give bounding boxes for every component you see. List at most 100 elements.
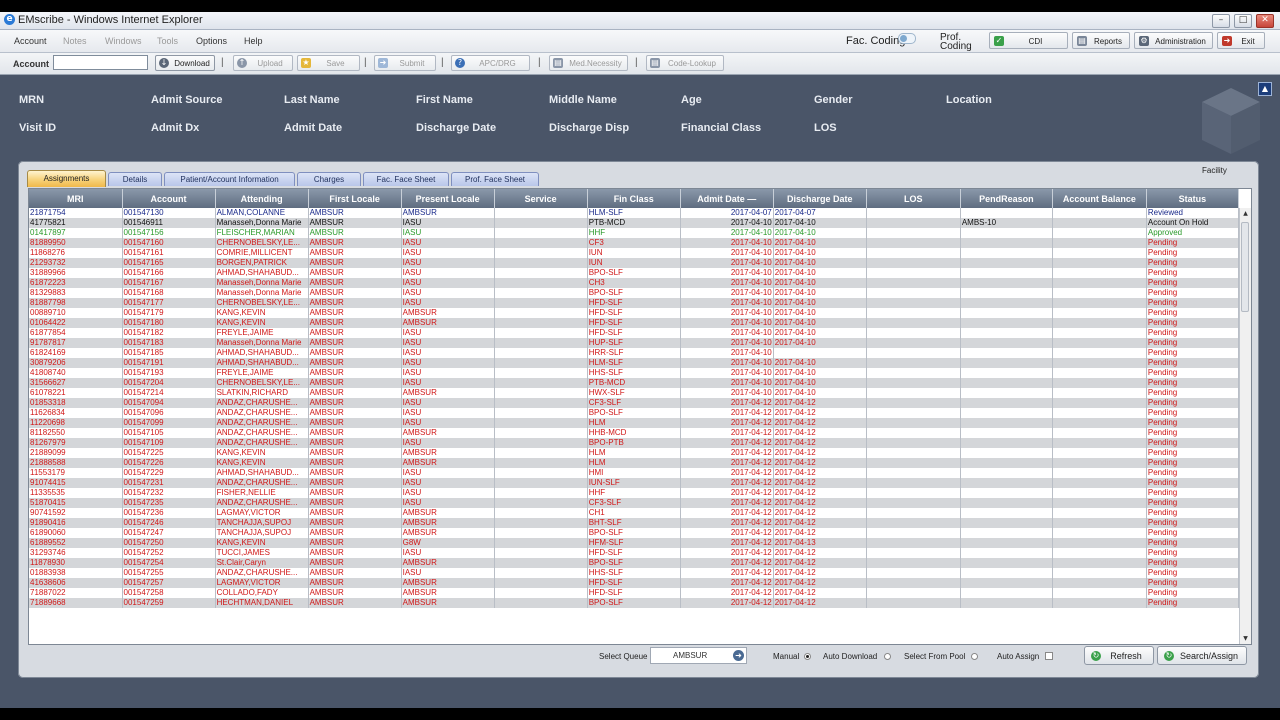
col-admit-date[interactable]: Admit Date —: [680, 189, 774, 208]
tab-fac-face-sheet[interactable]: Fac. Face Sheet: [363, 172, 449, 186]
table-row[interactable]: 11878930 001547254 St.Clair,Caryn AMBSUR AMB…: [29, 558, 1240, 568]
table-row[interactable]: 51870415 001547235 ANDAZ,CHARUSHE... AMBSUR…: [29, 498, 1240, 508]
cell-status: Pending: [1146, 598, 1240, 608]
table-row[interactable]: 30879206 001547191 AHMAD,SHAHABUD... AMBSUR…: [29, 358, 1240, 368]
code-lookup-button[interactable]: ▤ Code-Lookup: [646, 55, 724, 71]
col-fin-class[interactable]: Fin Class: [587, 189, 681, 208]
manual-radio[interactable]: [804, 653, 811, 660]
menu-options[interactable]: Options: [196, 36, 227, 46]
table-row[interactable]: 61890060 001547247 TANCHAJJA,SUPOJ AMBSUR AM…: [29, 528, 1240, 538]
fac-coding-label[interactable]: Fac. Coding: [846, 35, 905, 47]
close-button[interactable]: ✕: [1256, 14, 1274, 28]
menu-notes[interactable]: Notes: [63, 36, 87, 46]
submit-button[interactable]: ➜ Submit: [374, 55, 436, 71]
table-row[interactable]: 31889966 001547166 AHMAD,SHAHABUD... AMBSUR…: [29, 268, 1240, 278]
table-row[interactable]: 91787817 001547183 Manasseh,Donna Marie AMB…: [29, 338, 1240, 348]
col-first-locale[interactable]: First Locale: [308, 189, 402, 208]
table-row[interactable]: 81182550 001547105 ANDAZ,CHARUSHE... AMBSUR…: [29, 428, 1240, 438]
cdi-button[interactable]: ✓ CDI: [989, 32, 1068, 49]
select-from-pool-radio[interactable]: [971, 653, 978, 660]
table-row[interactable]: 21871754 001547130 ALMAN,COLANNE AMBSUR AMBS…: [29, 208, 1240, 218]
refresh-button[interactable]: ↻ Refresh: [1084, 646, 1154, 665]
tab-patient-account-information[interactable]: Patient/Account Information: [164, 172, 295, 186]
col-pend-reason[interactable]: PendReason: [960, 189, 1053, 208]
table-row[interactable]: 90741592 001547236 LAGMAY,VICTOR AMBSUR AMBS…: [29, 508, 1240, 518]
table-row[interactable]: 61889552 001547250 KANG,KEVIN AMBSUR G8W HFM-…: [29, 538, 1240, 548]
cell-discharge-date: 2017-04-12: [773, 398, 867, 408]
table-row[interactable]: 81329883 001547168 Manasseh,Donna Marie AMB…: [29, 288, 1240, 298]
cell-admit-date: 2017-04-10: [680, 328, 774, 338]
fac-coding-toggle[interactable]: [898, 33, 916, 44]
table-row[interactable]: 11335535 001547232 FISHER,NELLIE AMBSUR IASU…: [29, 488, 1240, 498]
menu-account[interactable]: Account: [14, 36, 47, 46]
collapse-header-button[interactable]: ▲: [1258, 82, 1272, 96]
table-row[interactable]: 11220698 001547099 ANDAZ,CHARUSHE... AMBSUR…: [29, 418, 1240, 428]
table-row[interactable]: 61824169 001547185 AHMAD,SHAHABUD... AMBSUR…: [29, 348, 1240, 358]
apc-drg-button[interactable]: ? APC/DRG: [451, 55, 530, 71]
table-row[interactable]: 61872223 001547167 Manasseh,Donna Marie AMB…: [29, 278, 1240, 288]
maximize-button[interactable]: □: [1234, 14, 1252, 28]
col-attending[interactable]: Attending: [215, 189, 309, 208]
table-row[interactable]: 11868276 001547161 COMRIE,MILLICENT AMBSUR I…: [29, 248, 1240, 258]
upload-button[interactable]: ↑ Upload: [233, 55, 293, 71]
col-los[interactable]: LOS: [866, 189, 961, 208]
table-row[interactable]: 01417897 001547156 FLEISCHER,MARIAN AMBSUR I…: [29, 228, 1240, 238]
table-row[interactable]: 11626834 001547096 ANDAZ,CHARUSHE... AMBSUR…: [29, 408, 1240, 418]
scroll-down-icon[interactable]: ▼: [1241, 634, 1250, 643]
col-mri[interactable]: MRI: [29, 189, 123, 208]
save-button[interactable]: ★ Save: [297, 55, 360, 71]
table-row[interactable]: 91074415 001547231 ANDAZ,CHARUSHE... AMBSUR…: [29, 478, 1240, 488]
table-row[interactable]: 61078221 001547214 SLATKIN,RICHARD AMBSUR AM…: [29, 388, 1240, 398]
table-row[interactable]: 00889710 001547179 KANG,KEVIN AMBSUR AMBSUR H…: [29, 308, 1240, 318]
col-account-balance[interactable]: Account Balance: [1052, 189, 1147, 208]
menu-tools[interactable]: Tools: [157, 36, 178, 46]
table-row[interactable]: 01883938 001547255 ANDAZ,CHARUSHE... AMBSUR…: [29, 568, 1240, 578]
tab-prof-face-sheet[interactable]: Prof. Face Sheet: [451, 172, 539, 186]
table-row[interactable]: 41775821 001546911 Manasseh,Donna Marie AMB…: [29, 218, 1240, 228]
menu-help[interactable]: Help: [244, 36, 263, 46]
table-row[interactable]: 01853318 001547094 ANDAZ,CHARUSHE... AMBSUR…: [29, 398, 1240, 408]
cell-mri: 41808740: [29, 368, 123, 378]
search-assign-button[interactable]: ↻ Search/Assign: [1157, 646, 1247, 665]
scroll-up-icon[interactable]: ▲: [1241, 209, 1250, 218]
tab-charges[interactable]: Charges: [297, 172, 361, 186]
scroll-thumb[interactable]: [1241, 222, 1249, 312]
table-row[interactable]: 21888588 001547226 KANG,KEVIN AMBSUR AMBSUR H…: [29, 458, 1240, 468]
reports-button[interactable]: ▤ Reports: [1072, 32, 1130, 49]
menu-windows[interactable]: Windows: [105, 36, 142, 46]
table-row[interactable]: 41638606 001547257 LAGMAY,VICTOR AMBSUR AMBS…: [29, 578, 1240, 588]
grid-vertical-scrollbar[interactable]: ▲ ▼: [1239, 208, 1251, 644]
table-row[interactable]: 61877854 001547182 FREYLE,JAIME AMBSUR IASU H…: [29, 328, 1240, 338]
download-button[interactable]: ↓ Download: [155, 55, 215, 71]
col-service[interactable]: Service: [494, 189, 588, 208]
account-input[interactable]: [53, 55, 148, 70]
table-row[interactable]: 11553179 001547229 AHMAD,SHAHABUD... AMBSUR…: [29, 468, 1240, 478]
minimize-button[interactable]: –: [1212, 14, 1230, 28]
col-discharge-date[interactable]: Discharge Date: [773, 189, 867, 208]
auto-download-radio[interactable]: [884, 653, 891, 660]
table-row[interactable]: 91890416 001547246 TANCHAJJA,SUPOJ AMBSUR AM…: [29, 518, 1240, 528]
select-queue-dropdown[interactable]: AMBSUR ➜: [650, 647, 747, 664]
table-row[interactable]: 71889668 001547259 HECHTMAN,DANIEL AMBSUR AM…: [29, 598, 1240, 608]
tab-details[interactable]: Details: [108, 172, 162, 186]
table-row[interactable]: 01064422 001547180 KANG,KEVIN AMBSUR AMBSUR H…: [29, 318, 1240, 328]
table-row[interactable]: 21293732 001547165 BORGEN,PATRICK AMBSUR IAS…: [29, 258, 1240, 268]
table-row[interactable]: 81889950 001547160 CHERNOBELSKY,LE... AMBSU…: [29, 238, 1240, 248]
col-present-locale[interactable]: Present Locale: [401, 189, 495, 208]
auto-assign-checkbox[interactable]: [1045, 652, 1053, 660]
med-necessity-button[interactable]: ▤ Med.Necessity: [549, 55, 628, 71]
prof-coding-label[interactable]: Prof. Coding: [940, 33, 972, 52]
col-account[interactable]: Account: [122, 189, 216, 208]
table-row[interactable]: 71887022 001547258 COLLADO,FADY AMBSUR AMBSU…: [29, 588, 1240, 598]
administration-button[interactable]: ⚙ Administration: [1134, 32, 1213, 49]
tab-assignments[interactable]: Assignments: [27, 170, 106, 187]
table-row[interactable]: 31293746 001547252 TUCCI,JAMES AMBSUR IASU HF…: [29, 548, 1240, 558]
queue-arrow-icon[interactable]: ➜: [733, 650, 744, 661]
table-row[interactable]: 31566627 001547204 CHERNOBELSKY,LE... AMBSU…: [29, 378, 1240, 388]
table-row[interactable]: 21889099 001547225 KANG,KEVIN AMBSUR AMBSUR H…: [29, 448, 1240, 458]
exit-button[interactable]: ➜ Exit: [1217, 32, 1265, 49]
table-row[interactable]: 81267979 001547109 ANDAZ,CHARUSHE... AMBSUR…: [29, 438, 1240, 448]
table-row[interactable]: 81887798 001547177 CHERNOBELSKY,LE... AMBSU…: [29, 298, 1240, 308]
col-status[interactable]: Status: [1146, 189, 1240, 208]
table-row[interactable]: 41808740 001547193 FREYLE,JAIME AMBSUR IASU H…: [29, 368, 1240, 378]
